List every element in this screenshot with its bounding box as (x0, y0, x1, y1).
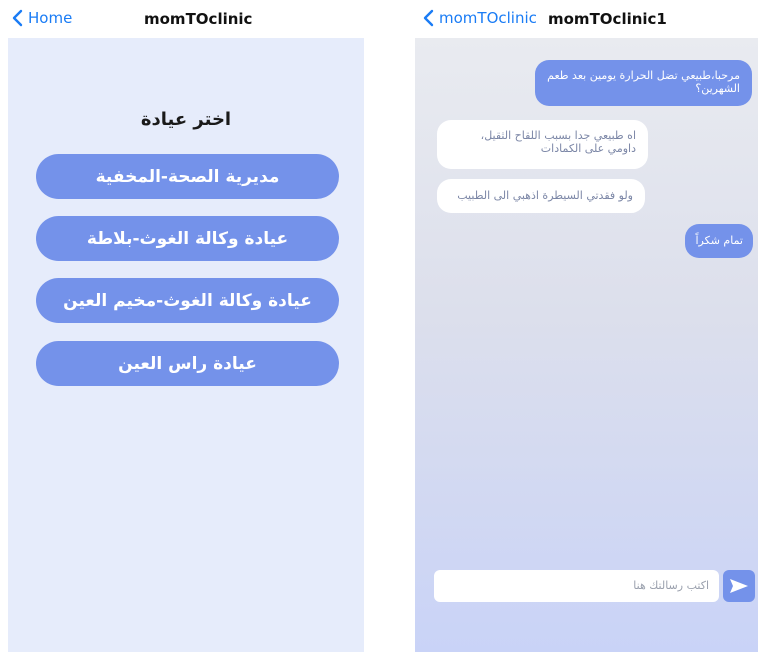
page-heading: اختر عيادة (140, 109, 232, 130)
send-arrow-icon (730, 579, 748, 593)
nav-title: momTOclinic1 (548, 10, 667, 28)
nav-bar: Home momTOclinic (8, 0, 364, 38)
message-bubble-outgoing: تمام شكراً (685, 224, 753, 258)
clinic-button[interactable]: عيادة راس العين (36, 341, 339, 386)
nav-bar: momTOclinic momTOclinic1 (415, 0, 758, 38)
send-button[interactable] (723, 570, 755, 602)
clinic-selection-screen: Home momTOclinic اختر عيادة مديرية الصحة… (8, 0, 364, 652)
clinic-button[interactable]: عيادة وكالة الغوث-بلاطة (36, 216, 339, 261)
message-placeholder: اكتب رسالتك هنا (633, 579, 709, 592)
clinic-button[interactable]: مديرية الصحة-المخفية (36, 154, 339, 199)
chat-screen: momTOclinic momTOclinic1 مرحبا،طبيعي تضل… (415, 0, 758, 652)
chevron-left-icon (12, 9, 23, 27)
message-input[interactable]: اكتب رسالتك هنا (434, 570, 719, 602)
back-button[interactable]: Home (10, 9, 72, 27)
clinic-list-panel: اختر عيادة مديرية الصحة-المخفية عيادة وك… (8, 38, 364, 652)
back-label: momTOclinic (439, 9, 537, 27)
message-bubble-incoming: ولو فقدتي السيطرة اذهبي الى الطبيب (437, 179, 645, 213)
chevron-left-icon (423, 9, 434, 27)
message-bubble-incoming: اه طبيعي جدا بسبب اللقاح الثقيل، داومي ع… (437, 120, 648, 169)
back-button[interactable]: momTOclinic (421, 9, 537, 27)
message-bubble-outgoing: مرحبا،طبيعي تضل الحرارة يومين بعد طعم ال… (535, 60, 752, 106)
clinic-button[interactable]: عيادة وكالة الغوث-مخيم العين (36, 278, 339, 323)
nav-title: momTOclinic (144, 10, 253, 28)
back-label: Home (28, 9, 73, 27)
chat-area: مرحبا،طبيعي تضل الحرارة يومين بعد طعم ال… (415, 38, 758, 652)
